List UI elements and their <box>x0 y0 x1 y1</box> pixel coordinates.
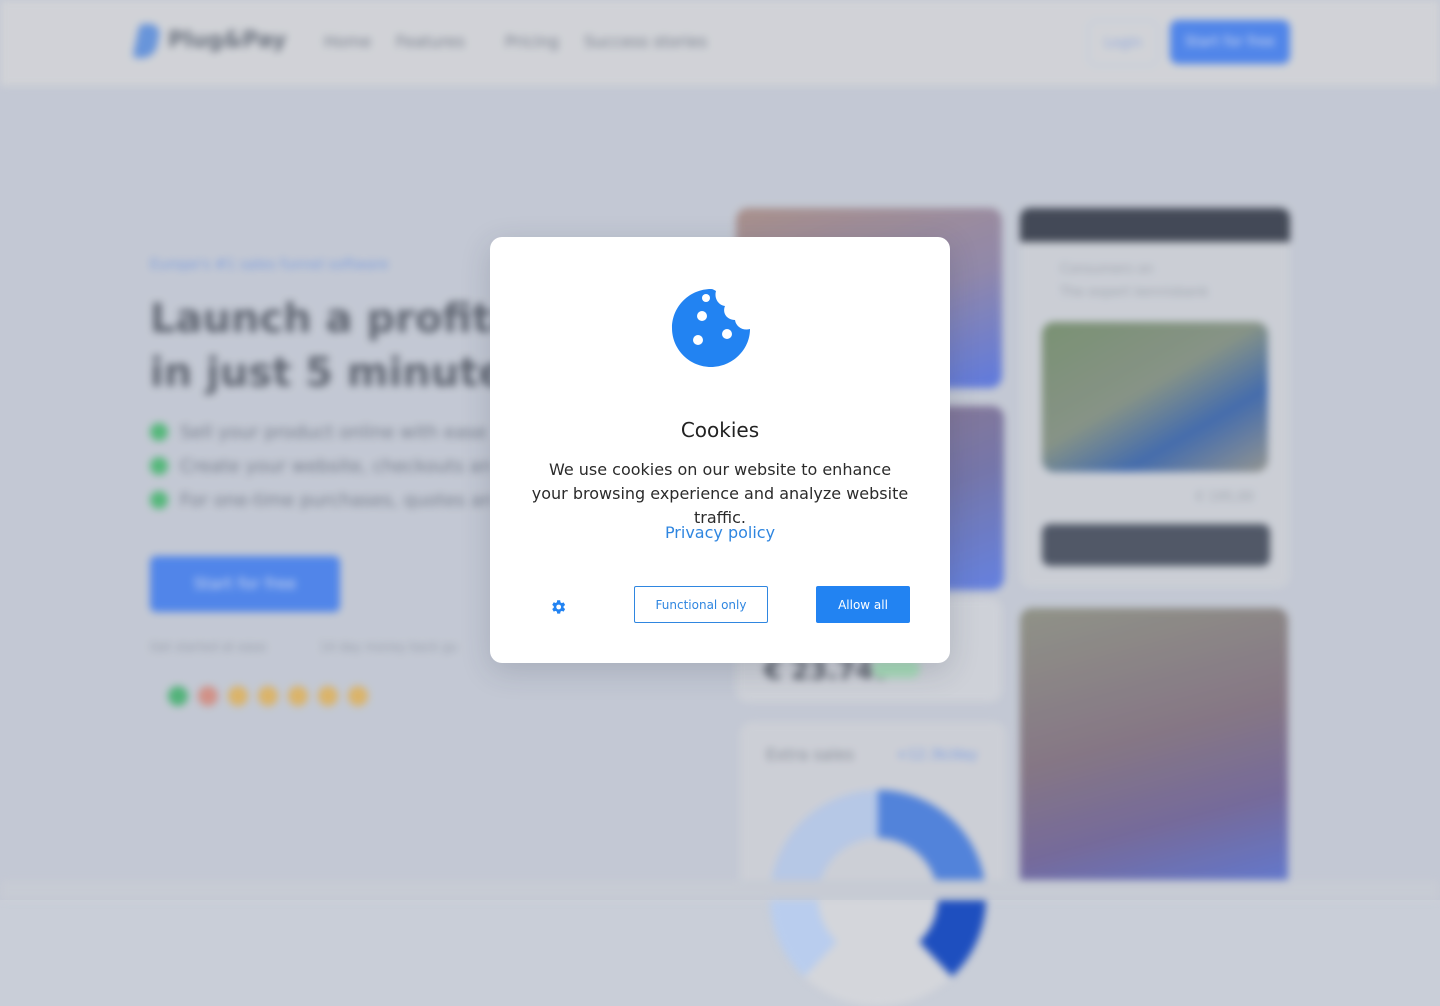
cookie-consent-dialog: Cookies We use cookies on our website to… <box>490 237 950 663</box>
privacy-policy-link[interactable]: Privacy policy <box>490 523 950 542</box>
cookie-settings-button[interactable] <box>546 595 570 619</box>
allow-all-button[interactable]: Allow all <box>816 586 910 623</box>
functional-only-button[interactable]: Functional only <box>634 586 768 623</box>
cookie-dialog-title: Cookies <box>680 418 760 442</box>
gear-icon <box>552 600 566 614</box>
cookie-icon <box>672 289 750 367</box>
cookie-dialog-description: We use cookies on our website to enhance… <box>531 460 909 527</box>
